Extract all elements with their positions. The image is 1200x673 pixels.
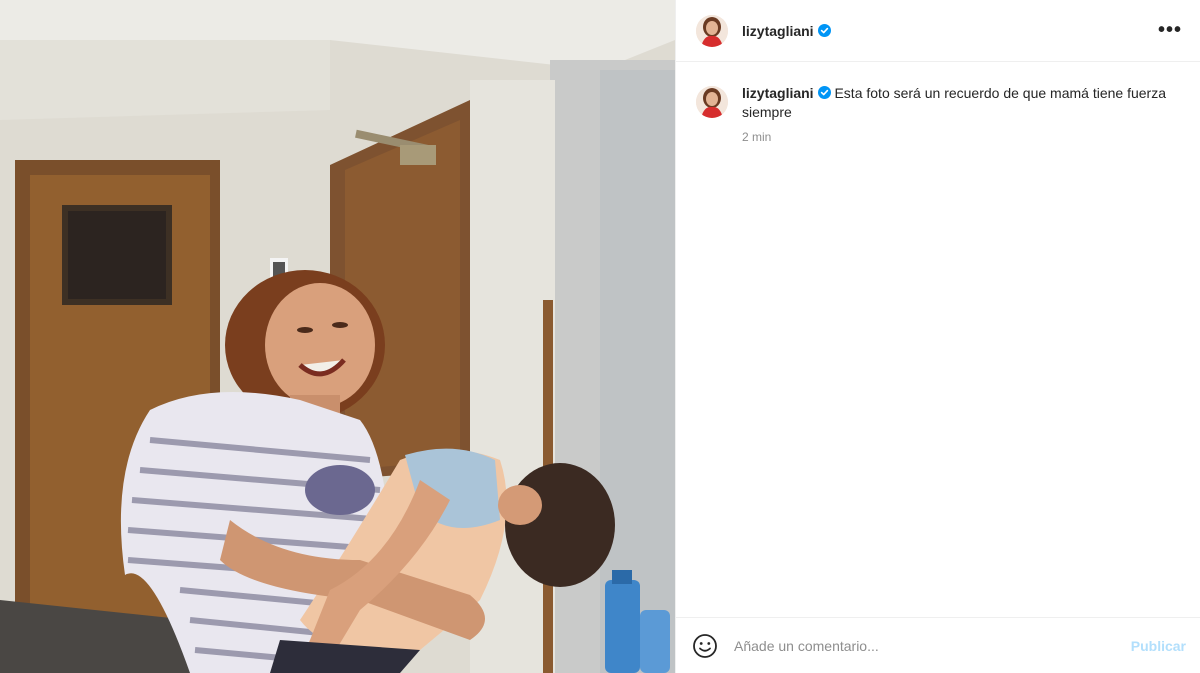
post-side-panel: lizytagliani ••• lizytagliani Esta foto … — [675, 0, 1200, 673]
emoji-icon[interactable] — [692, 633, 718, 659]
caption-avatar[interactable] — [696, 86, 728, 118]
avatar-image — [696, 86, 728, 118]
publish-button[interactable]: Publicar — [1131, 638, 1186, 654]
caption-row: lizytagliani Esta foto será un recuerdo … — [696, 84, 1182, 147]
comment-bar: Publicar — [676, 617, 1200, 673]
post-photo-image — [0, 0, 675, 673]
post-timestamp[interactable]: 2 min — [742, 128, 1182, 147]
post-header: lizytagliani ••• — [676, 0, 1200, 62]
author-avatar[interactable] — [696, 14, 728, 47]
caption-username[interactable]: lizytagliani — [742, 85, 814, 101]
post-photo[interactable] — [0, 0, 675, 673]
verified-badge-icon — [817, 86, 831, 99]
caption-body: lizytagliani Esta foto será un recuerdo … — [742, 84, 1182, 147]
author-username[interactable]: lizytagliani — [742, 23, 814, 39]
comment-input[interactable] — [734, 637, 1121, 654]
verified-badge-icon — [817, 24, 831, 37]
instagram-post: lizytagliani ••• lizytagliani Esta foto … — [0, 0, 1200, 673]
more-options-icon[interactable]: ••• — [1158, 19, 1182, 42]
avatar-image — [696, 14, 728, 47]
comments-area: lizytagliani Esta foto será un recuerdo … — [676, 62, 1200, 617]
